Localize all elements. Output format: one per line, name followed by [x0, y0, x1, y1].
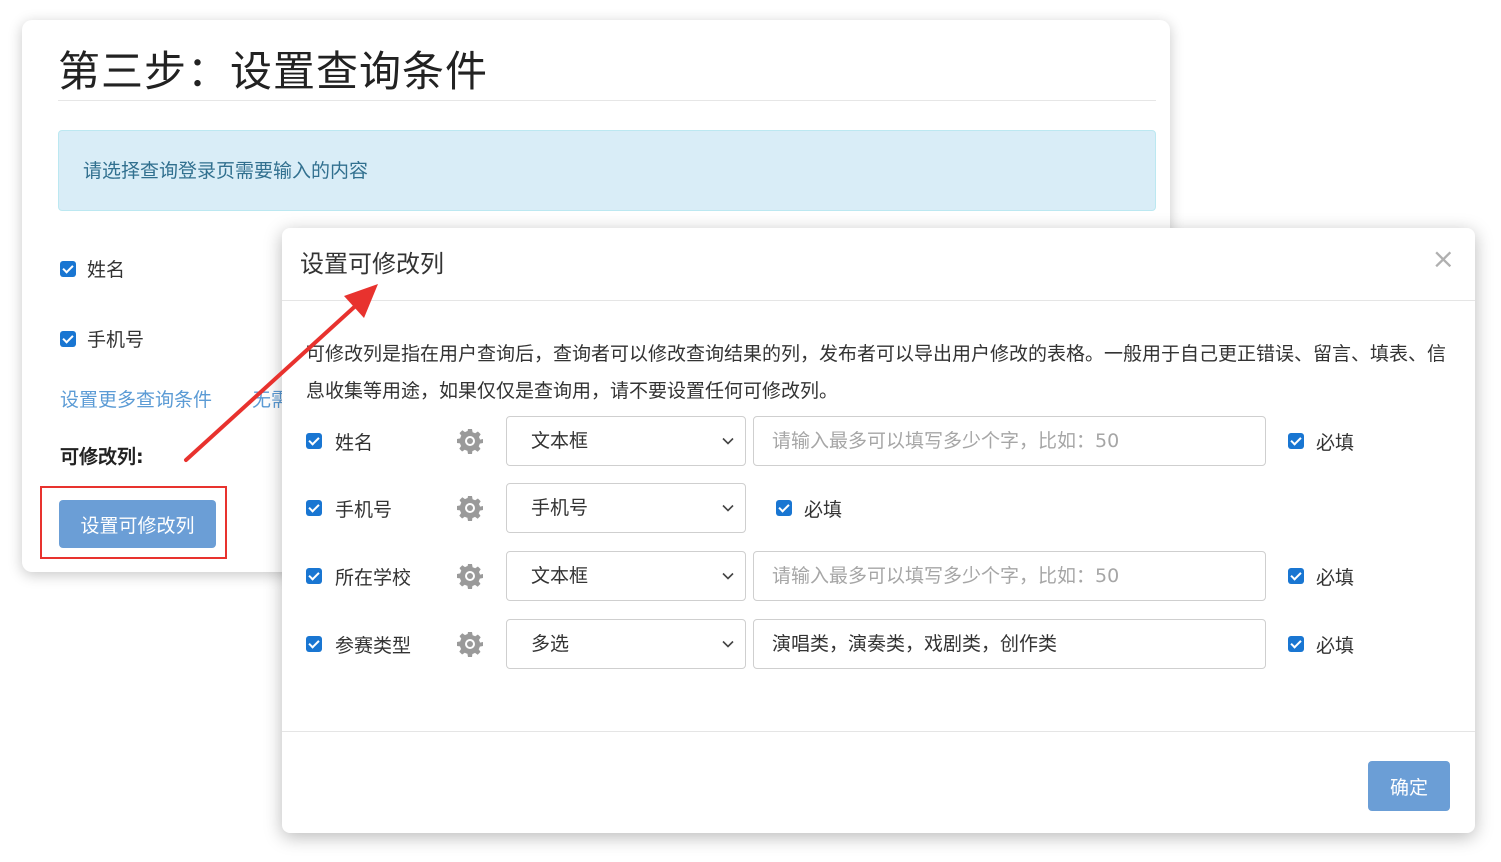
column-checkbox[interactable]: 手机号 [306, 483, 392, 533]
checkbox-checked-icon[interactable] [1288, 433, 1304, 449]
close-icon[interactable]: × [1432, 242, 1455, 275]
field-type-select[interactable]: 手机号 [506, 483, 746, 533]
checkbox-checked-icon[interactable] [1288, 636, 1304, 652]
annotation-highlight-box [40, 486, 227, 559]
column-checkbox[interactable]: 所在学校 [306, 551, 411, 601]
checkbox-checked-icon[interactable] [306, 433, 322, 449]
max-length-input[interactable]: 请输入最多可以填写多少个字，比如：50 [753, 551, 1266, 601]
column-label: 参赛类型 [335, 634, 412, 657]
condition-label: 姓名 [87, 259, 126, 281]
field-type-value: 多选 [531, 633, 570, 655]
max-length-input[interactable]: 请输入最多可以填写多少个字，比如：50 [753, 416, 1266, 466]
required-checkbox[interactable]: 必填 [1288, 551, 1354, 601]
required-label: 必填 [1316, 431, 1355, 454]
required-checkbox[interactable]: 必填 [776, 483, 842, 533]
chevron-down-icon [722, 504, 734, 512]
page-title: 第三步：设置查询条件 [58, 47, 489, 96]
field-type-select[interactable]: 文本框 [506, 416, 746, 466]
required-checkbox[interactable]: 必填 [1288, 619, 1354, 669]
checkbox-checked-icon[interactable] [306, 568, 322, 584]
column-checkbox[interactable]: 姓名 [306, 416, 373, 466]
gear-icon[interactable] [456, 494, 484, 522]
modal-header-divider [282, 300, 1475, 301]
info-alert: 请选择查询登录页需要输入的内容 [58, 130, 1156, 211]
condition-name-checkbox[interactable]: 姓名 [60, 255, 125, 282]
column-row: 姓名 文本框 请输入最多可以填写多少个字，比如：50 必填 [306, 416, 1466, 466]
editable-columns-modal: 设置可修改列 × 可修改列是指在用户查询后，查询者可以修改查询结果的列，发布者可… [282, 228, 1475, 833]
field-type-select[interactable]: 多选 [506, 619, 746, 669]
checkbox-checked-icon[interactable] [776, 500, 792, 516]
gear-icon[interactable] [456, 562, 484, 590]
chevron-down-icon [722, 437, 734, 445]
screenshot-stage: 第三步：设置查询条件 请选择查询登录页需要输入的内容 姓名 手机号 设置更多查询… [0, 0, 1501, 862]
modal-description: 可修改列是指在用户查询后，查询者可以修改查询结果的列，发布者可以导出用户修改的表… [306, 343, 1447, 402]
required-label: 必填 [1316, 566, 1355, 589]
chevron-down-icon [722, 640, 734, 648]
checkbox-checked-icon[interactable] [306, 500, 322, 516]
title-divider [58, 100, 1156, 101]
required-label: 必填 [804, 498, 843, 521]
editable-columns-label: 可修改列: [60, 446, 144, 468]
more-conditions-link[interactable]: 设置更多查询条件 [60, 385, 212, 412]
options-input[interactable]: 演唱类，演奏类，戏剧类，创作类 [753, 619, 1266, 669]
gear-icon[interactable] [456, 427, 484, 455]
chevron-down-icon [722, 572, 734, 580]
condition-label: 手机号 [87, 329, 145, 351]
gear-icon[interactable] [456, 630, 484, 658]
column-label: 所在学校 [335, 566, 412, 589]
confirm-button[interactable]: 确定 [1368, 761, 1450, 811]
modal-title: 设置可修改列 [300, 250, 444, 278]
required-label: 必填 [1316, 634, 1355, 657]
checkbox-checked-icon[interactable] [60, 260, 76, 277]
column-row: 所在学校 文本框 请输入最多可以填写多少个字，比如：50 必填 [306, 551, 1466, 601]
condition-phone-checkbox[interactable]: 手机号 [60, 325, 144, 352]
column-row: 手机号 手机号 必填 [306, 483, 1466, 533]
column-checkbox[interactable]: 参赛类型 [306, 619, 411, 669]
column-label: 姓名 [335, 431, 374, 454]
checkbox-checked-icon[interactable] [1288, 568, 1304, 584]
required-checkbox[interactable]: 必填 [1288, 416, 1354, 466]
column-label: 手机号 [335, 498, 393, 521]
field-type-value: 手机号 [531, 497, 589, 519]
field-type-select[interactable]: 文本框 [506, 551, 746, 601]
column-row: 参赛类型 多选 演唱类，演奏类，戏剧类，创作类 必填 [306, 619, 1466, 669]
field-type-value: 文本框 [531, 430, 589, 452]
checkbox-checked-icon[interactable] [306, 636, 322, 652]
field-type-value: 文本框 [531, 565, 589, 587]
modal-footer-divider [282, 731, 1475, 732]
checkbox-checked-icon[interactable] [60, 330, 76, 347]
